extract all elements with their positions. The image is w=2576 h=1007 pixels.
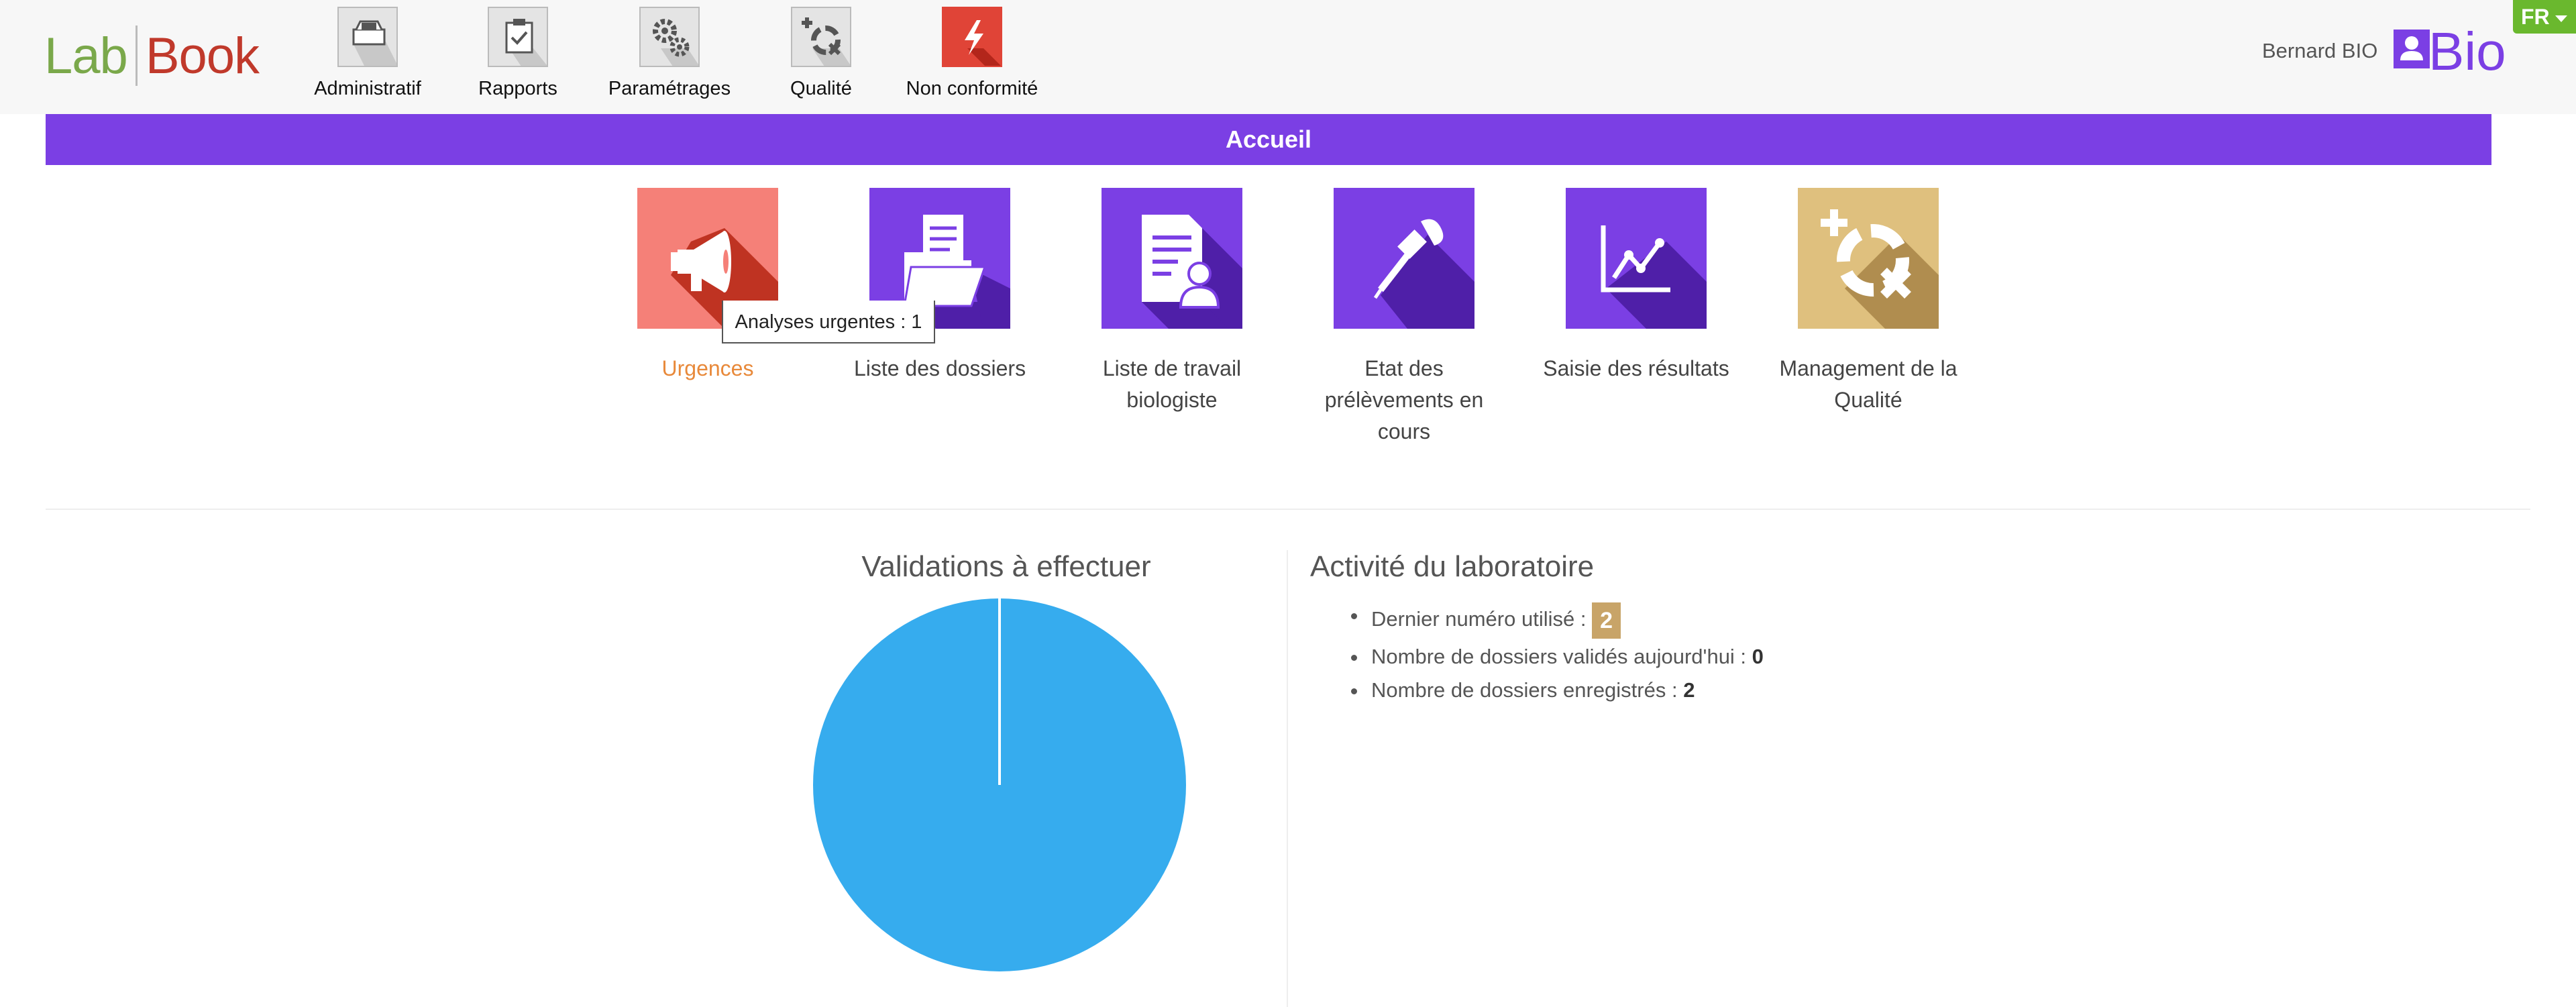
- page-title-banner: Accueil: [46, 114, 2491, 165]
- tile-etat-prelevements-label: Etat des prélèvements en cours: [1324, 356, 1484, 443]
- language-dropdown[interactable]: FR: [2513, 0, 2576, 34]
- tile-etat-prelevements[interactable]: Etat des prélèvements en cours: [1325, 188, 1483, 447]
- gears-icon: [639, 7, 700, 67]
- inbox-icon: [337, 7, 398, 67]
- activity-last-number: Dernier numéro utilisé : 2: [1351, 598, 1764, 640]
- logo-lab: Lab: [44, 27, 128, 85]
- language-label: FR: [2521, 5, 2550, 29]
- tile-urgences-label: Urgences: [661, 356, 754, 380]
- last-number-badge: 2: [1592, 602, 1621, 639]
- menu-administratif-label: Administratif: [314, 78, 421, 99]
- menu-rapports[interactable]: Rapports: [464, 7, 572, 100]
- menu-rapports-label: Rapports: [478, 78, 557, 99]
- line-chart-icon: [1566, 188, 1707, 329]
- logo-separator: [135, 25, 138, 86]
- tile-liste-dossiers-label: Liste des dossiers: [853, 356, 1026, 380]
- menu-qualite[interactable]: Qualité: [767, 7, 875, 100]
- menu-qualite-label: Qualité: [790, 78, 852, 99]
- tile-liste-dossiers[interactable]: Liste des dossiers: [854, 188, 1026, 384]
- menu-parametrages-label: Paramétrages: [608, 78, 731, 99]
- validated-today-value: 0: [1752, 645, 1764, 668]
- user-name[interactable]: Bernard BIO: [2262, 39, 2377, 63]
- activity-list: Dernier numéro utilisé : 2 Nombre de dos…: [1351, 598, 1764, 707]
- logo-book: Book: [145, 27, 260, 85]
- pipette-icon: [1334, 188, 1474, 329]
- tile-management-qualite-label: Management de la Qualité: [1779, 356, 1957, 412]
- registered-value: 2: [1683, 678, 1695, 702]
- tile-liste-travail-label: Liste de travail biologiste: [1102, 356, 1242, 412]
- activity-validated-today: Nombre de dossiers validés aujourd'hui :…: [1351, 640, 1764, 674]
- validations-pie-chart: [813, 598, 1186, 971]
- validations-title: Validations à effectuer: [861, 550, 1151, 583]
- top-navbar: Lab Book Administratif Rapports Paramétr…: [0, 0, 2576, 114]
- activity-title: Activité du laboratoire: [1310, 550, 1595, 583]
- document-user-icon: [1102, 188, 1242, 329]
- user-role: Bio: [2428, 21, 2506, 81]
- section-divider: [46, 509, 2530, 510]
- quality-cycle-icon: [791, 7, 851, 67]
- tile-management-qualite[interactable]: Management de la Qualité: [1779, 188, 1957, 416]
- menu-non-conformite-label: Non conformité: [906, 78, 1038, 99]
- user-icon: [2394, 30, 2430, 68]
- lightning-icon: [942, 7, 1002, 67]
- activity-registered: Nombre de dossiers enregistrés : 2: [1351, 674, 1764, 707]
- tile-saisie-resultats[interactable]: Saisie des résultats: [1543, 188, 1729, 384]
- tile-urgences[interactable]: Urgences: [637, 188, 778, 384]
- urgences-tooltip: Analyses urgentes : 1: [722, 301, 935, 343]
- quality-cycle-icon: [1798, 188, 1939, 329]
- menu-non-conformite[interactable]: Non conformité: [902, 7, 1042, 100]
- labbook-logo[interactable]: Lab Book: [44, 25, 260, 86]
- caret-down-icon: [2555, 15, 2567, 22]
- tile-saisie-resultats-label: Saisie des résultats: [1543, 356, 1729, 380]
- tile-liste-travail[interactable]: Liste de travail biologiste: [1102, 188, 1242, 416]
- menu-administratif[interactable]: Administratif: [314, 7, 421, 100]
- menu-parametrages[interactable]: Paramétrages: [602, 7, 737, 100]
- column-divider: [1287, 550, 1288, 1007]
- clipboard-check-icon: [488, 7, 548, 67]
